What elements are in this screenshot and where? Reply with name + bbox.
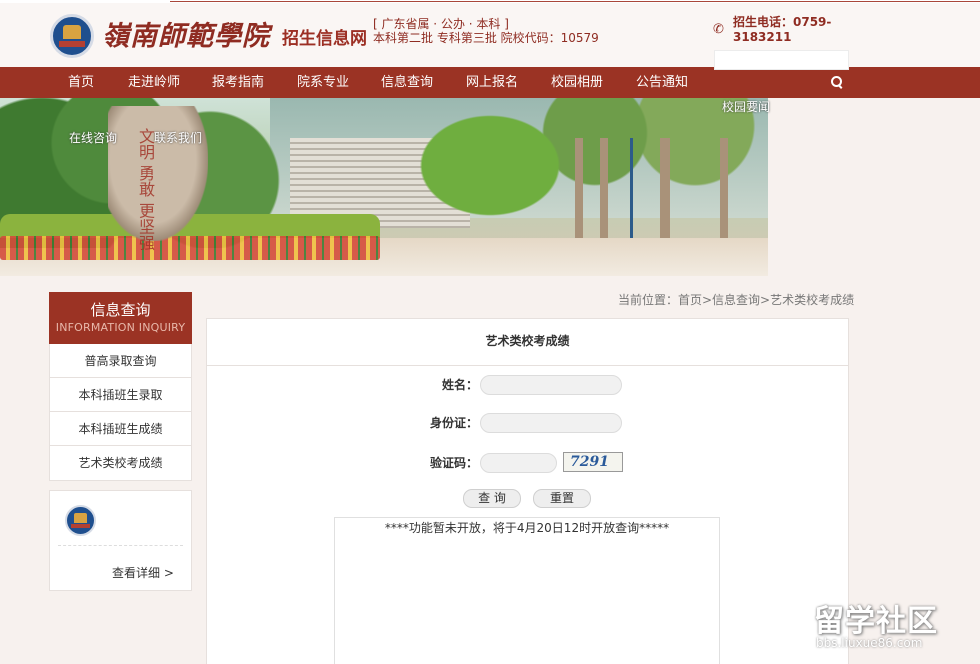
- top-divider: [0, 0, 980, 3]
- tagline-line-1: [ 广东省属 · 公办 · 本科 ]: [373, 17, 509, 31]
- banner-hedge: [410, 108, 570, 223]
- view-details-link[interactable]: 查看详细 >: [112, 564, 174, 581]
- banner-tree-trunk: [720, 138, 728, 248]
- site-name: 招生信息网: [282, 29, 367, 49]
- admission-phone: 招生电话：0759-3183211: [733, 15, 832, 44]
- captcha-input[interactable]: [480, 453, 557, 473]
- name-input[interactable]: [480, 375, 622, 395]
- school-emblem-icon: [65, 505, 96, 536]
- school-name-logo[interactable]: 嶺南師範學院: [102, 14, 270, 53]
- nav-item-guide[interactable]: 报考指南: [207, 67, 269, 98]
- nav-item-about[interactable]: 走进岭师: [123, 67, 185, 98]
- sidebar-title: 信息查询: [90, 301, 151, 319]
- result-message: ****功能暂未开放，将于4月20日12时开放查询*****: [384, 521, 670, 535]
- tagline-line-2: 本科第二批 专科第三批 院校代码：10579: [373, 31, 599, 45]
- banner-rock-inscription: 文明 勇敢 更坚强: [136, 128, 155, 251]
- watermark: 留学社区 bbs.liuxue86.com: [814, 596, 974, 658]
- watermark-logo-text: 留学社区: [814, 604, 938, 639]
- banner-engraved-rock: [108, 106, 208, 241]
- banner-tree-trunk: [660, 138, 670, 248]
- school-tagline: [ 广东省属 · 公办 · 本科 ] 本科第二批 专科第三批 院校代码：1057…: [373, 17, 599, 45]
- captcha-label: 验证码：: [429, 456, 478, 470]
- nav-item-home[interactable]: 首页: [58, 67, 104, 98]
- search-icon[interactable]: [830, 75, 844, 89]
- sidebar-item-transfer-admission[interactable]: 本科插班生录取: [50, 378, 191, 412]
- school-emblem-icon[interactable]: [50, 14, 94, 58]
- nav-item-announcements[interactable]: 公告通知: [631, 67, 693, 98]
- campus-banner: 文明 勇敢 更坚强: [0, 98, 768, 276]
- name-label: 姓名：: [441, 378, 478, 392]
- watermark-url: bbs.liuxue86.com: [816, 636, 923, 650]
- query-result-box: ****功能暂未开放，将于4月20日12时开放查询*****: [334, 517, 720, 664]
- captcha-image[interactable]: 7291: [563, 452, 623, 472]
- sidebar-item-transfer-scores[interactable]: 本科插班生成绩: [50, 412, 191, 446]
- sidebar-subtitle: INFORMATION INQUIRY: [55, 321, 186, 334]
- breadcrumb: 当前位置：首页>信息查询>艺术类校考成绩: [618, 293, 855, 307]
- card-divider: [58, 545, 183, 546]
- reset-button[interactable]: 重置: [533, 489, 591, 508]
- query-button[interactable]: 查 询: [463, 489, 521, 508]
- nav-item-info-query[interactable]: 信息查询: [376, 67, 438, 98]
- sidebar-info-card: 查看详细 >: [49, 490, 192, 591]
- sidebar-menu: 普高录取查询 本科插班生录取 本科插班生成绩 艺术类校考成绩: [49, 344, 192, 481]
- page-title: 艺术类校考成绩: [207, 319, 848, 366]
- banner-lamp-pole: [630, 138, 633, 238]
- nav-item-departments[interactable]: 院系专业: [292, 67, 354, 98]
- nav-item-campus-album[interactable]: 校园相册: [546, 67, 608, 98]
- sidebar-item-art-scores[interactable]: 艺术类校考成绩: [50, 446, 191, 480]
- sidebar-item-general-admission[interactable]: 普高录取查询: [50, 344, 191, 378]
- id-card-label: 身份证：: [429, 416, 478, 430]
- id-card-input[interactable]: [480, 413, 622, 433]
- nav-item-online-registration[interactable]: 网上报名: [461, 67, 523, 98]
- dropdown-link-contact-us[interactable]: 联系我们: [154, 129, 202, 146]
- phone-icon: ✆: [713, 22, 724, 37]
- sidebar-header: 信息查询 INFORMATION INQUIRY: [49, 292, 192, 344]
- search-input[interactable]: [714, 50, 849, 70]
- dropdown-link-campus-news[interactable]: 校园要闻: [722, 98, 770, 115]
- main-nav: 首页 走进岭师 报考指南 院系专业 信息查询 网上报名 校园相册 公告通知: [0, 67, 980, 98]
- banner-tree-trunk: [575, 138, 583, 248]
- banner-tree-trunk: [600, 138, 608, 248]
- dropdown-link-online-consult[interactable]: 在线咨询: [69, 129, 117, 146]
- captcha-text: 7291: [570, 454, 609, 470]
